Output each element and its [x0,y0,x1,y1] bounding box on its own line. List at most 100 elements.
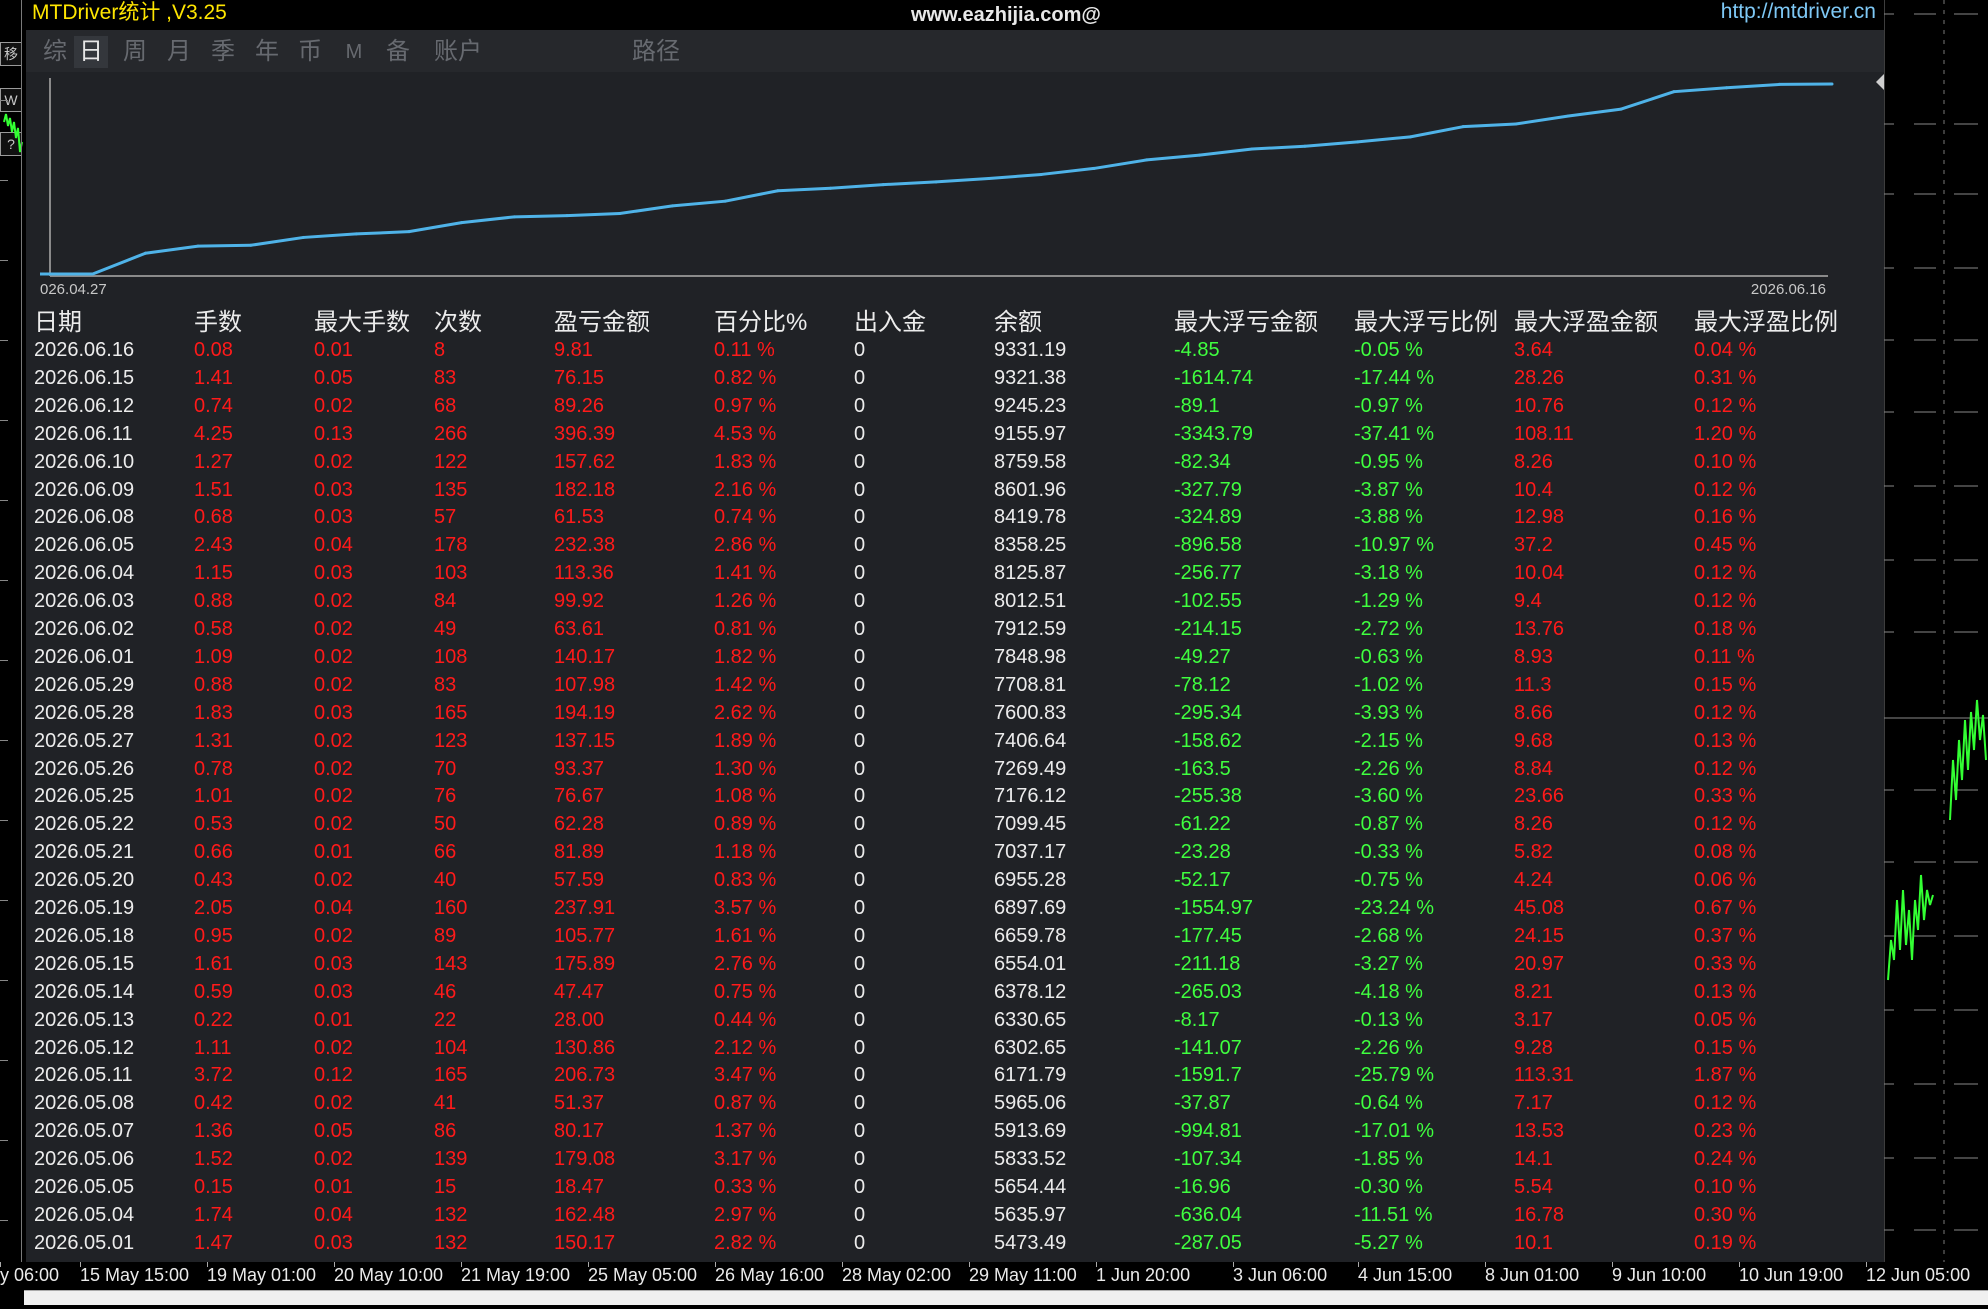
equity-point [145,246,198,253]
cell-date: 2026.05.27 [34,727,134,755]
equity-line-series [40,84,1832,274]
grid-tick [0,740,8,741]
cell-count: 68 [434,392,456,420]
panel-collapse-icon[interactable] [1876,74,1884,90]
cell-count: 41 [434,1089,456,1117]
cell-profit: 130.86 [554,1034,615,1062]
cell-count: 165 [434,699,467,727]
col-max-float-loss-pct: 最大浮亏比例 [1354,305,1498,340]
cell-max-float-profit: 12.98 [1514,503,1564,531]
cell-max-float-profit: 28.26 [1514,364,1564,392]
cell-profit: 76.67 [554,782,604,810]
cell-max-lots: 0.02 [314,587,353,615]
tab-account[interactable]: 账户 [424,36,492,68]
time-axis-label: 3 Jun 06:00 [1233,1262,1327,1288]
table-row: 2026.05.130.220.012228.000.44 %06330.65-… [26,1006,1884,1034]
cell-lots: 1.01 [194,782,233,810]
cell-max-float-loss: -287.05 [1174,1229,1242,1256]
equity-point [462,217,515,223]
status-bar [24,1290,1988,1305]
cell-percent: 1.61 % [714,922,776,950]
cell-balance: 8419.78 [994,503,1066,531]
tab-week[interactable]: 周 [118,36,152,68]
cell-count: 76 [434,782,456,810]
cell-lots: 0.88 [194,587,233,615]
time-axis-tick [1866,1262,1867,1267]
cell-date: 2026.05.21 [34,838,134,866]
watermark-text: www.eazhijia.com@ [911,2,1101,28]
cell-max-float-profit: 8.84 [1514,755,1553,783]
cell-max-lots: 0.04 [314,894,353,922]
cell-max-float-profit: 10.4 [1514,476,1553,504]
cell-max-float-profit-pct: 1.87 % [1694,1061,1756,1089]
table-row: 2026.05.251.010.027676.671.08 %07176.12-… [26,782,1884,810]
tab-magic[interactable]: M [337,36,371,68]
cell-lots: 1.15 [194,559,233,587]
cell-max-float-loss-pct: -37.41 % [1354,420,1434,448]
site-link[interactable]: http://mtdriver.cn [1721,0,1876,24]
move-button[interactable]: 移 [0,42,22,66]
cell-deposit: 0 [854,838,865,866]
cell-lots: 1.61 [194,950,233,978]
cell-profit: 18.47 [554,1173,604,1201]
table-row: 2026.05.290.880.0283107.981.42 %07708.81… [26,671,1884,699]
cell-lots: 0.74 [194,392,233,420]
cell-lots: 0.08 [194,336,233,364]
cell-max-float-profit: 10.04 [1514,559,1564,587]
cell-max-float-profit: 3.17 [1514,1006,1553,1034]
cell-date: 2026.06.02 [34,615,134,643]
chart-end-label: 2026.06.16 [1751,281,1826,298]
tab-symbol[interactable]: 币 [293,36,327,68]
cell-deposit: 0 [854,810,865,838]
cell-date: 2026.06.05 [34,531,134,559]
cell-percent: 1.82 % [714,643,776,671]
chart-border-left [21,0,22,1290]
time-axis-label: 25 May 05:00 [588,1262,697,1288]
cell-max-float-profit-pct: 0.30 % [1694,1201,1756,1229]
cell-max-float-profit: 14.1 [1514,1145,1553,1173]
equity-point [409,223,462,232]
cell-profit: 76.15 [554,364,604,392]
cell-max-float-loss-pct: -0.30 % [1354,1173,1423,1201]
cell-profit: 175.89 [554,950,615,978]
table-row: 2026.06.151.410.058376.150.82 %09321.38-… [26,364,1884,392]
equity-point [936,179,989,182]
tab-summary[interactable]: 综 [38,36,72,68]
grid-tick [0,1060,8,1061]
equity-point [831,185,884,189]
cell-max-lots: 0.03 [314,559,353,587]
tab-notes[interactable]: 备 [381,36,415,68]
tab-quarter[interactable]: 季 [206,36,240,68]
cell-count: 40 [434,866,456,894]
tab-month[interactable]: 月 [162,36,196,68]
cell-count: 84 [434,587,456,615]
cell-max-float-profit: 8.26 [1514,448,1553,476]
cell-profit: 80.17 [554,1117,604,1145]
cell-lots: 0.42 [194,1089,233,1117]
cell-profit: 179.08 [554,1145,615,1173]
cell-balance: 6897.69 [994,894,1066,922]
tab-year[interactable]: 年 [250,36,284,68]
cell-max-float-profit: 7.17 [1514,1089,1553,1117]
tab-path[interactable]: 路径 [622,36,690,68]
cell-deposit: 0 [854,1201,865,1229]
table-row: 2026.06.030.880.028499.921.26 %08012.51-… [26,587,1884,615]
cell-max-float-profit: 11.3 [1514,671,1551,699]
stats-panel: MTDriver统计 ,V3.25 www.eazhijia.com@ http… [26,0,1884,1262]
time-axis-label: 8 Jun 01:00 [1485,1262,1579,1288]
cell-max-float-loss: -327.79 [1174,476,1242,504]
cell-percent: 1.18 % [714,838,776,866]
cell-percent: 1.30 % [714,755,776,783]
cell-max-lots: 0.02 [314,615,353,643]
cell-percent: 1.42 % [714,671,776,699]
cell-balance: 6330.65 [994,1006,1066,1034]
cell-max-float-profit-pct: 0.37 % [1694,922,1756,950]
cell-deposit: 0 [854,615,865,643]
cell-deposit: 0 [854,420,865,448]
cell-profit: 194.19 [554,699,615,727]
tab-day[interactable]: 日 [74,36,108,68]
cell-max-lots: 0.02 [314,1145,353,1173]
cell-max-float-profit-pct: 0.13 % [1694,727,1756,755]
cell-max-float-profit: 113.31 [1514,1061,1574,1089]
cell-profit: 62.28 [554,810,604,838]
